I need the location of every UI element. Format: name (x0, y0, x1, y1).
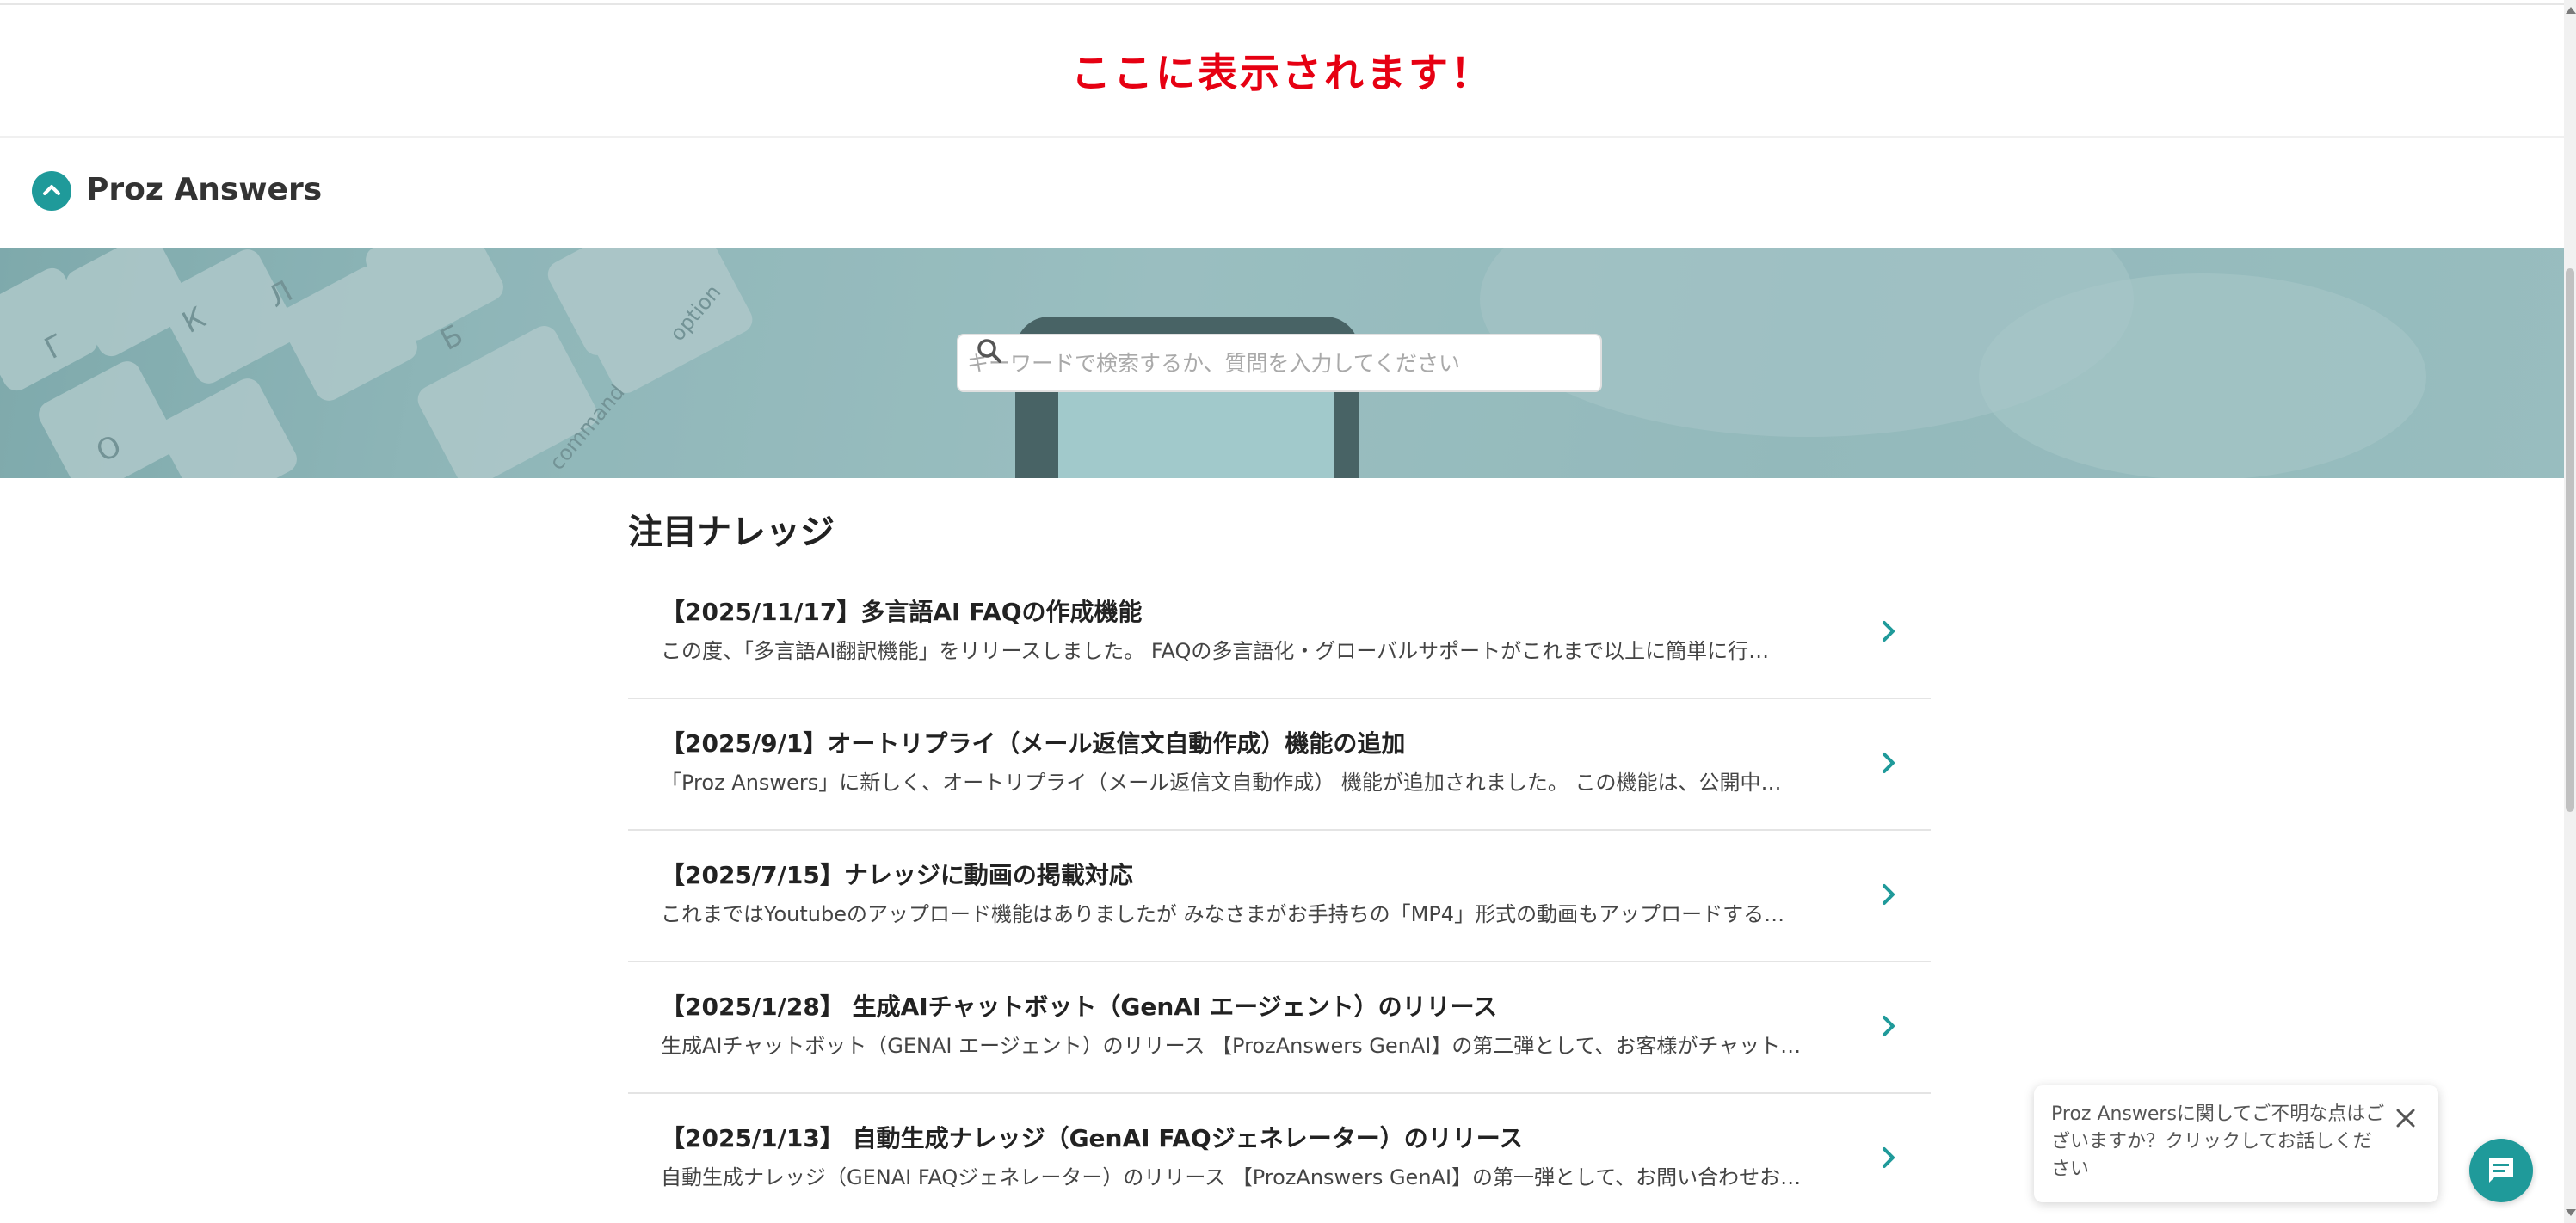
scrollbar-thumb[interactable] (2566, 268, 2574, 812)
item-title[interactable]: 【2025/1/28】 生成AIチャットボット（GenAI エージェント）のリリ… (661, 988, 1497, 1023)
item-title[interactable]: 【2025/11/17】多言語AI FAQの作成機能 (661, 593, 1143, 628)
item-description: 「Proz Answers」に新しく、オートリプライ（メール返信文自動作成） 機… (661, 771, 1782, 795)
chevron-right-icon[interactable] (1874, 1140, 1903, 1175)
item-title[interactable]: 【2025/1/13】 自動生成ナレッジ（GenAI FAQジェネレーター）のリ… (661, 1120, 1523, 1154)
search-icon (977, 339, 1001, 363)
announcement-banner: ここに表示されます！ (0, 5, 2564, 138)
chevron-right-icon[interactable] (1874, 877, 1903, 912)
item-title[interactable]: 【2025/9/1】オートリプライ（メール返信文自動作成）機能の追加 (661, 725, 1405, 759)
brand-name[interactable]: Proz Answers (86, 172, 322, 207)
chat-tooltip-text[interactable]: Proz Answersに関してご不明な点はございますか？クリックしてお話しくだ… (2051, 1101, 2387, 1183)
list-item[interactable]: 【2025/1/28】 生成AIチャットボット（GenAI エージェント）のリリ… (628, 962, 1931, 1094)
announcement-text: ここに表示されます！ (1071, 50, 1493, 96)
chevron-right-icon[interactable] (1874, 614, 1903, 648)
list-item[interactable]: 【2025/7/15】ナレッジに動画の掲載対応 これまではYoutubeのアップ… (628, 831, 1931, 962)
close-icon[interactable] (2394, 1106, 2418, 1130)
scroll-up-arrow-icon[interactable] (2566, 7, 2576, 14)
item-description: 生成AIチャットボット（GENAI エージェント）のリリース 【ProzAnsw… (661, 1034, 1802, 1058)
item-title[interactable]: 【2025/7/15】ナレッジに動画の掲載対応 (661, 857, 1133, 891)
item-description: これまではYoutubeのアップロード機能はありましたが みなさまがお手持ちの「… (661, 902, 1785, 926)
list-item[interactable]: 【2025/9/1】オートリプライ（メール返信文自動作成）機能の追加 「Proz… (628, 699, 1931, 831)
item-description: この度、「多言語AI翻訳機能」をリリースしました。 FAQの多言語化・グローバル… (661, 639, 1770, 663)
hero-banner: Г К Л Б О option command (0, 248, 2564, 478)
chat-icon (2489, 1158, 2513, 1183)
site-header: Proz Answers (0, 139, 2564, 248)
featured-section-title: 注目ナレッジ (628, 513, 835, 552)
list-item[interactable]: 【2025/11/17】多言語AI FAQの作成機能 この度、「多言語AI翻訳機… (628, 568, 1931, 699)
search-box[interactable] (957, 334, 1602, 392)
chevron-right-icon[interactable] (1874, 1009, 1903, 1043)
logo-icon[interactable] (32, 171, 71, 211)
page: ここに表示されます！ Proz Answers Г К Л Б О option… (0, 0, 2576, 1223)
scroll-down-arrow-icon[interactable] (2566, 1209, 2576, 1216)
chat-button[interactable] (2469, 1139, 2533, 1202)
chevron-right-icon[interactable] (1874, 746, 1903, 780)
chat-tooltip[interactable]: Proz Answersに関してご不明な点はございますか？クリックしてお話しくだ… (2034, 1085, 2438, 1202)
item-description: 自動生成ナレッジ（GENAI FAQジェネレーター）のリリース 【ProzAns… (661, 1165, 1802, 1189)
search-input[interactable] (967, 341, 1535, 384)
featured-list: 【2025/11/17】多言語AI FAQの作成機能 この度、「多言語AI翻訳機… (628, 568, 1931, 1223)
list-item[interactable]: 【2025/1/13】 自動生成ナレッジ（GenAI FAQジェネレーター）のリ… (628, 1094, 1931, 1223)
